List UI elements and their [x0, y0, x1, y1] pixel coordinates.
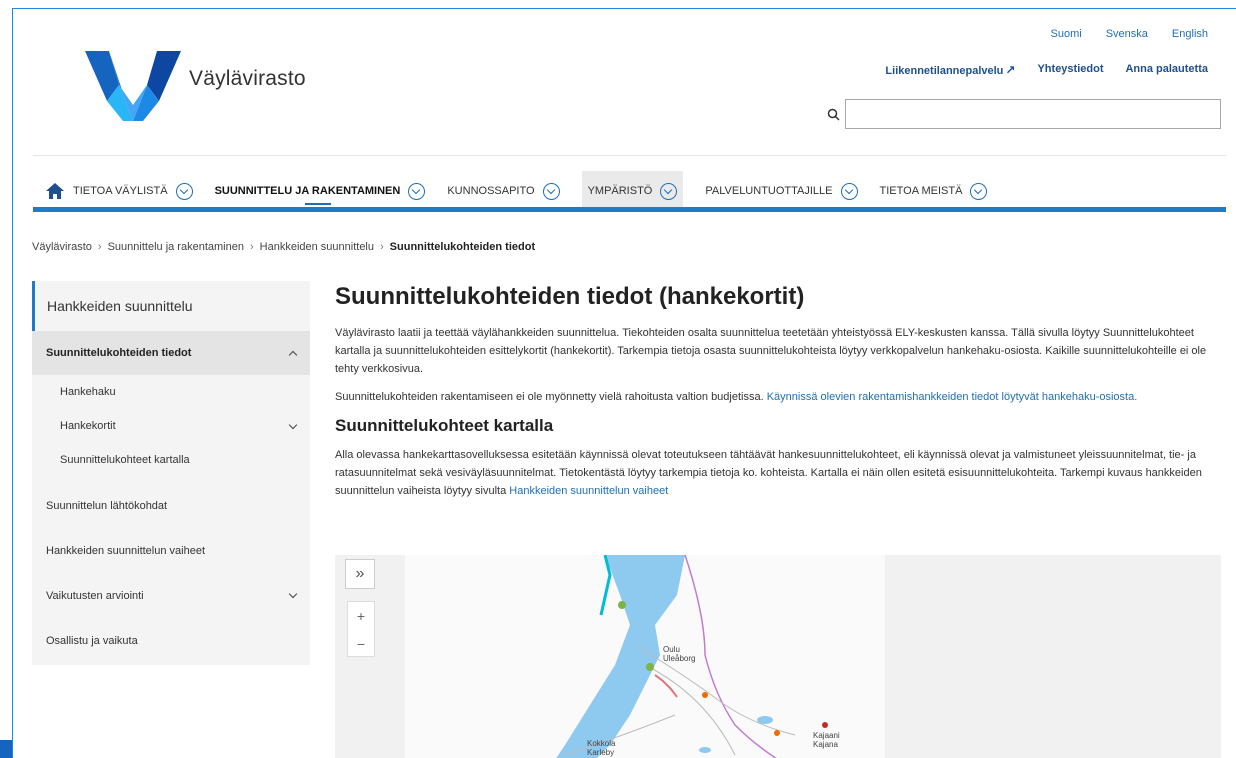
browser-page: Väylävirasto Suomi Svenska English Liike…	[12, 8, 1236, 758]
lang-sv[interactable]: Svenska	[1106, 28, 1148, 40]
search-icon	[827, 108, 840, 121]
map-label-oulu: Oulu Uleåborg	[663, 645, 696, 663]
chevron-down-icon[interactable]	[408, 182, 426, 200]
sidebar-item-vaiheet[interactable]: Hankkeiden suunnittelun vaiheet	[32, 528, 310, 573]
funding-paragraph: Suunnittelukohteiden rakentamiseen ei ol…	[335, 388, 1215, 406]
sidebar-item-label: Osallistu ja vaikuta	[46, 634, 138, 647]
map-label-kokkola: Kokkola Karleby	[587, 739, 616, 757]
zoom-out-button[interactable]: −	[348, 630, 374, 658]
nav-label: KUNNOSSAPITO	[447, 185, 535, 197]
sidebar-item-label: Hankekortit	[60, 420, 116, 432]
home-link[interactable]	[45, 182, 73, 200]
map-label-kajaani: Kajaani Kajana	[813, 731, 840, 749]
sidebar-item-suunnittelukohteiden-tiedot[interactable]: Suunnittelukohteiden tiedot	[32, 331, 310, 375]
map-panel-toggle[interactable]: »	[345, 559, 375, 589]
chevron-down-icon[interactable]	[840, 182, 858, 200]
page-title: Suunnittelukohteiden tiedot (hankekortit…	[335, 283, 805, 310]
traffic-link-label: Liikennetilannepalvelu	[885, 65, 1004, 77]
zoom-control: + −	[347, 601, 375, 657]
sidebar-item-lahtokohdat[interactable]: Suunnittelun lähtökohdat	[32, 483, 310, 528]
sidebar-item-label: Vaikutusten arviointi	[46, 589, 144, 602]
chevron-down-icon[interactable]	[970, 182, 988, 200]
site-search	[821, 99, 1221, 129]
nav-item-tietoa-vaylista[interactable]: TIETOA VÄYLISTÄ	[73, 171, 193, 211]
main-nav: TIETOA VÄYLISTÄ SUUNNITTELU JA RAKENTAMI…	[45, 171, 1009, 211]
feedback-link[interactable]: Anna palautetta	[1125, 63, 1208, 77]
nav-label: TIETOA VÄYLISTÄ	[73, 185, 168, 197]
chevron-up-icon[interactable]	[288, 350, 298, 360]
sidebar-item-label: Suunnittelukohteiden tiedot	[46, 347, 192, 359]
breadcrumb-item[interactable]: Hankkeiden suunnittelu	[260, 241, 374, 253]
intro-paragraph: Väylävirasto laatii ja teettää väylähank…	[335, 327, 1207, 375]
nav-label: YMPÄRISTÖ	[587, 185, 653, 197]
chevron-right-icon: ›	[249, 241, 254, 253]
nav-item-tietoa-meista[interactable]: TIETOA MEISTÄ	[880, 171, 988, 211]
chevron-right-icon: ›	[380, 241, 384, 253]
map-description: Alla olevassa hankekarttasovelluksessa e…	[335, 446, 1215, 500]
chevron-down-icon[interactable]	[660, 182, 678, 200]
chevron-down-icon[interactable]	[542, 182, 560, 200]
search-button[interactable]	[821, 99, 845, 129]
traffic-link[interactable]: Liikennetilannepalvelu ↗	[885, 63, 1015, 77]
header-divider	[33, 155, 1226, 156]
background-block	[0, 740, 12, 758]
search-input[interactable]	[845, 99, 1221, 129]
breadcrumb-item[interactable]: Suunnittelu ja rakentaminen	[108, 241, 244, 253]
language-switcher: Suomi Svenska English	[1051, 28, 1208, 40]
sidebar-subitem-kartalla[interactable]: Suunnittelukohteet kartalla	[32, 443, 310, 477]
sidebar-subitem-hankekortit[interactable]: Hankekortit	[32, 409, 310, 443]
chevron-down-icon[interactable]	[288, 589, 298, 599]
chevron-right-icon: ›	[97, 241, 102, 253]
breadcrumb: Väylävirasto › Suunnittelu ja rakentamin…	[32, 241, 535, 253]
nav-label: TIETOA MEISTÄ	[879, 185, 963, 197]
ongoing-projects-link[interactable]: Käynnissä olevien rakentamishankkeiden t…	[767, 391, 1138, 403]
chevron-down-icon[interactable]	[175, 182, 193, 200]
sidebar-item-vaikutusten-arviointi[interactable]: Vaikutusten arviointi	[32, 573, 310, 618]
sidebar-item-label: Suunnittelun lähtökohdat	[46, 499, 168, 512]
sidebar-subitem-hankehaku[interactable]: Hankehaku	[32, 375, 310, 409]
lang-fi[interactable]: Suomi	[1051, 28, 1082, 40]
brand-name[interactable]: Väylävirasto	[189, 67, 306, 91]
nav-bottom-bar	[33, 207, 1226, 212]
vaylavirasto-logo[interactable]	[85, 41, 181, 121]
sidebar-item-label: Hankehaku	[60, 386, 116, 398]
chevron-down-icon[interactable]	[288, 420, 298, 429]
nav-item-kunnossapito[interactable]: KUNNOSSAPITO	[447, 171, 560, 211]
nav-item-palveluntuottajille[interactable]: PALVELUNTUOTTAJILLE	[705, 171, 858, 211]
funding-text: Suunnittelukohteiden rakentamiseen ei ol…	[335, 391, 767, 403]
zoom-in-button[interactable]: +	[348, 602, 374, 630]
sidebar-item-label: Suunnittelukohteet kartalla	[60, 454, 190, 466]
external-link-icon: ↗	[1005, 63, 1016, 77]
home-icon	[46, 183, 64, 199]
sidebar-item-osallistu[interactable]: Osallistu ja vaikuta	[32, 618, 310, 663]
planning-phases-link[interactable]: Hankkeiden suunnittelun vaiheet	[509, 485, 668, 497]
lang-en[interactable]: English	[1172, 28, 1208, 40]
nav-item-suunnittelu[interactable]: SUUNNITTELU JA RAKENTAMINEN	[215, 171, 426, 211]
nav-label: PALVELUNTUOTTAJILLE	[705, 185, 833, 197]
sidebar-heading[interactable]: Hankkeiden suunnittelu	[32, 281, 310, 331]
nav-label: SUUNNITTELU JA RAKENTAMINEN	[214, 185, 401, 197]
contact-link[interactable]: Yhteystiedot	[1037, 63, 1103, 77]
project-map[interactable]: » + − Oulu Uleåborg Kokkola Karleby Kaja…	[335, 555, 1221, 758]
map-section-heading: Suunnittelukohteet kartalla	[335, 416, 554, 435]
breadcrumb-item[interactable]: Väylävirasto	[32, 241, 92, 253]
top-links: Liikennetilannepalvelu ↗ Yhteystiedot Ann…	[885, 63, 1208, 77]
main-content: Suunnittelukohteiden tiedot (hankekortit…	[335, 283, 1215, 510]
sidebar-item-label: Hankkeiden suunnittelun vaiheet	[46, 544, 206, 557]
nav-item-ymparisto[interactable]: YMPÄRISTÖ	[581, 171, 684, 211]
sidebar-nav: Hankkeiden suunnittelu Suunnittelukohtei…	[32, 281, 310, 665]
active-underline	[304, 203, 331, 205]
breadcrumb-current: Suunnittelukohteiden tiedot	[389, 241, 536, 253]
map-description-text: Alla olevassa hankekarttasovelluksessa e…	[335, 449, 1202, 497]
